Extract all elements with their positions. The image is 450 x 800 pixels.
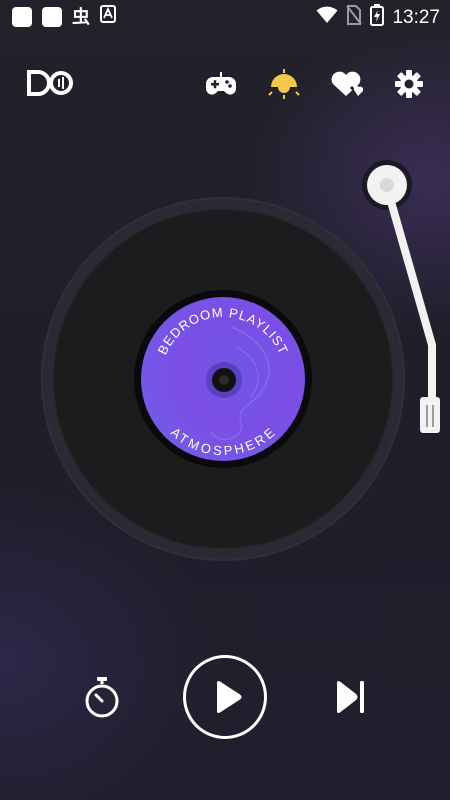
playback-controls: [0, 655, 450, 740]
favorites-button[interactable]: [328, 66, 364, 102]
tonearm[interactable]: [340, 150, 450, 445]
status-bar: 虫 13:27: [0, 0, 450, 32]
gear-icon: [395, 70, 423, 98]
lamp-icon: [268, 69, 300, 99]
timer-icon: [85, 677, 119, 718]
timer-button[interactable]: [82, 675, 122, 719]
next-button[interactable]: [334, 679, 368, 715]
status-left: 虫: [12, 5, 116, 28]
label-top-text: BEDROOM PLAYLIST: [155, 305, 291, 357]
settings-button[interactable]: [391, 66, 427, 102]
battery-charging-icon: [370, 4, 385, 31]
app-logo[interactable]: DO: [27, 70, 75, 101]
notification-square-icon: [42, 6, 62, 27]
notification-square-icon: [12, 6, 32, 27]
status-time: 13:27: [392, 6, 440, 28]
app-glyph-icon: 虫: [72, 6, 90, 27]
status-right: 13:27: [316, 4, 440, 31]
spindle-hole: [219, 375, 229, 385]
svg-text:ATMOSPHERE: ATMOSPHERE: [168, 424, 278, 458]
wifi-icon: [316, 6, 338, 29]
play-button[interactable]: [183, 655, 267, 739]
heart-list-icon: [331, 71, 363, 96]
app-header: DO: [0, 62, 450, 106]
no-sim-icon: [346, 5, 363, 30]
game-button[interactable]: [203, 66, 239, 102]
label-bottom-text: ATMOSPHERE: [168, 424, 277, 458]
svg-text:BEDROOM PLAYLIST: BEDROOM PLAYLIST: [155, 305, 292, 357]
skip-next-icon: [337, 681, 364, 713]
a-box-icon: [100, 5, 116, 28]
play-icon: [217, 681, 242, 713]
do-logo-icon: [27, 70, 73, 96]
lamp-button[interactable]: [266, 66, 302, 102]
tonearm-graphic: [362, 160, 440, 433]
gamepad-icon: [206, 72, 236, 95]
